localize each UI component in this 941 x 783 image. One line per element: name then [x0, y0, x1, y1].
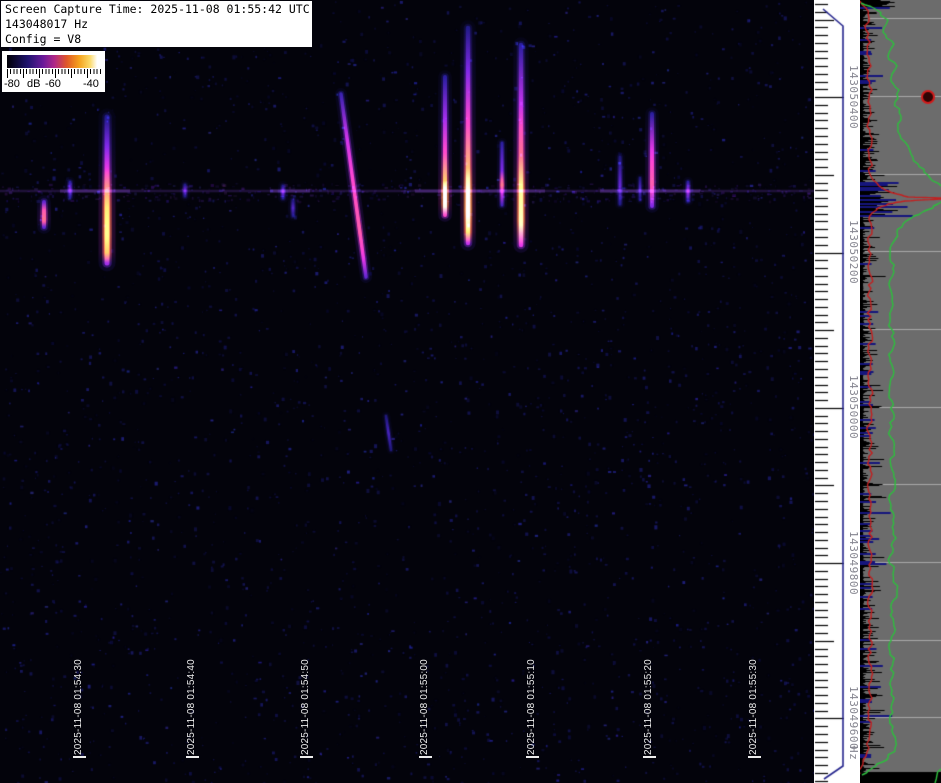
time-label: 2025-11-08 01:55:10 — [526, 659, 537, 755]
time-tick-mark — [300, 756, 313, 758]
time-tick-mark — [419, 756, 432, 758]
time-tick-mark — [748, 756, 761, 758]
time-label: 2025-11-08 01:55:30 — [748, 659, 759, 755]
time-tick-mark — [73, 756, 86, 758]
time-tick-mark — [526, 756, 539, 758]
colorbar-label-mid: -60 — [45, 78, 61, 90]
colorbar-label-unit: dB — [27, 78, 40, 90]
frequency-label: 143050000 — [847, 375, 860, 439]
center-frequency-text: 143048017 Hz — [5, 17, 312, 32]
colorbar-ticks-major — [7, 69, 103, 78]
info-box: Screen Capture Time: 2025-11-08 01:55:42… — [1, 1, 312, 47]
time-label: 2025-11-08 01:55:20 — [643, 659, 654, 755]
frequency-label: 143049600 — [847, 686, 860, 750]
colorbar-label-max: -40 — [83, 78, 99, 90]
spectrogram-canvas — [0, 0, 815, 783]
config-text: Config = V8 — [5, 32, 312, 47]
time-label: 2025-11-08 01:54:40 — [186, 659, 197, 755]
frequency-label: 143050200 — [847, 220, 860, 284]
screen-capture: Screen Capture Time: 2025-11-08 01:55:42… — [0, 0, 941, 783]
colorbar-gradient — [7, 55, 102, 68]
colorbar: -80 dB -60 -40 — [2, 51, 105, 92]
time-tick-mark — [643, 756, 656, 758]
frequency-label: 143049800 — [847, 531, 860, 595]
frequency-label: Hz — [847, 746, 860, 760]
frequency-label: 143050400 — [847, 65, 860, 129]
time-label: 2025-11-08 01:54:50 — [300, 659, 311, 755]
time-tick-mark — [186, 756, 199, 758]
capture-time-text: Screen Capture Time: 2025-11-08 01:55:42… — [5, 2, 312, 17]
time-label: 2025-11-08 01:54:30 — [73, 659, 84, 755]
spectrum-panel-canvas — [860, 0, 941, 783]
time-label: 2025-11-08 01:55:00 — [419, 659, 430, 755]
colorbar-label-min: -80 — [4, 78, 20, 90]
